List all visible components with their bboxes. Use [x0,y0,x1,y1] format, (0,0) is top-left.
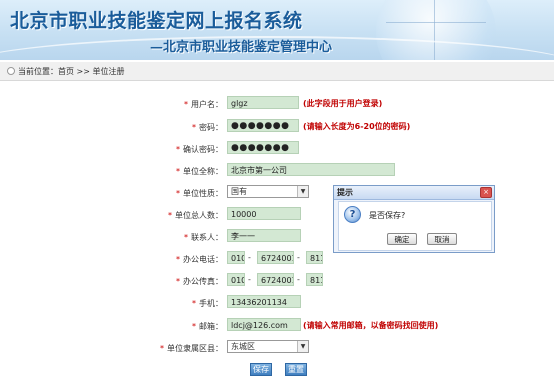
fax-separator: - [297,275,300,284]
office-phone-row: *办公电话： 010 - 67240011 - 811 [0,251,554,267]
header-banner: 北京市职业技能鉴定网上报名系统 —北京市职业技能鉴定管理中心 [0,0,554,60]
password-hint: (请输入长度为6-20位的密码) [303,122,411,131]
chevron-down-icon[interactable]: ▼ [297,341,308,352]
required-mark: * [160,344,164,353]
office-fax-label: * 办公传真： [176,276,223,287]
mobile-label-text: 手机： [199,299,223,308]
district-label: * 单位隶属区县： [160,343,223,354]
close-icon[interactable]: × [480,187,492,198]
contact-label: * 联系人： [184,232,223,243]
question-icon: ? [344,206,361,223]
confirm-password-input[interactable]: ●●●●●●● [227,141,299,154]
office-phone-ext-input[interactable]: 811 [306,251,323,264]
dialog-title: 提示 [337,188,353,197]
email-label: * 邮箱： [192,321,223,332]
office-fax-ext-input[interactable]: 811 [306,273,323,286]
confirm-dialog: 提示 × ? 是否保存? 确定 取消 [333,185,495,253]
required-mark: * [176,167,180,176]
breadcrumb-text[interactable]: 当前位置：首页 >> 单位注册 [18,66,125,77]
company-name-input[interactable]: 北京市第一公司 [227,163,395,176]
required-mark: * [176,145,180,154]
dialog-body: ? 是否保存? 确定 取消 [338,201,492,251]
system-subtitle: —北京市职业技能鉴定管理中心 [150,40,333,55]
dialog-message: 是否保存? [369,211,406,220]
mobile-label: * 手机： [192,298,223,309]
office-fax-row: *办公传真： 010 - 67240011 - 811 [0,273,554,289]
cancel-button[interactable]: 取消 [427,233,457,245]
required-mark: * [192,299,196,308]
email-row: * 邮箱： ldcj@126.com (请输入常用邮箱，以备密码找回使用) [0,318,554,334]
company-type-select[interactable]: 国有 ▼ [227,185,309,198]
username-input[interactable]: glgz [227,96,299,109]
confirm-password-label-text: 确认密码： [183,145,223,154]
save-button[interactable]: 保存 [250,363,272,376]
username-row: * 用户名： glgz (此字段用于用户登录) [0,96,554,112]
email-hint: (请输入常用邮箱，以备密码找回使用) [303,321,439,330]
district-value: 东城区 [231,342,255,351]
required-mark: * [168,211,172,220]
company-type-label: * 单位性质： [176,188,223,199]
password-input[interactable]: ●●●●●●● [227,119,299,132]
phone-separator: - [297,253,300,262]
district-select[interactable]: 东城区 ▼ [227,340,309,353]
dialog-titlebar[interactable]: 提示 × [334,186,494,200]
district-row: * 单位隶属区县： 东城区 ▼ [0,340,554,356]
chevron-down-icon[interactable]: ▼ [297,186,308,197]
confirm-password-row: * 确认密码： ●●●●●●● [0,141,554,157]
company-name-label-text: 单位全称： [183,167,223,176]
employee-count-input[interactable]: 10000 [227,207,301,220]
required-mark: * [192,123,196,132]
mobile-input[interactable]: 13436201134 [227,295,301,308]
breadcrumb: 当前位置：首页 >> 单位注册 [0,62,554,81]
username-label: * 用户名： [184,99,223,110]
system-title: 北京市职业技能鉴定网上报名系统 [10,10,303,32]
confirm-password-label: * 确认密码： [176,144,223,155]
required-mark: * [176,277,180,286]
office-phone-label: * 办公电话： [176,254,223,265]
password-label-text: 密码： [199,123,223,132]
office-fax-area-input[interactable]: 010 [227,273,245,286]
office-phone-label-text: 办公电话： [183,255,223,264]
password-label: * 密码： [192,122,223,133]
company-type-label-text: 单位性质： [183,189,223,198]
district-label-text: 单位隶属区县： [167,344,223,353]
action-row: 保存 重置 [0,363,554,379]
employee-count-label-text: 单位总人数： [175,211,223,220]
contact-input[interactable]: 李一一 [227,229,301,242]
office-phone-number-input[interactable]: 67240011 [257,251,294,264]
username-hint: (此字段用于用户登录) [303,99,383,108]
phone-separator: - [248,253,251,262]
office-fax-number-input[interactable]: 67240011 [257,273,294,286]
required-mark: * [176,189,180,198]
email-label-text: 邮箱： [199,322,223,331]
required-mark: * [192,322,196,331]
ok-button[interactable]: 确定 [387,233,417,245]
company-name-row: * 单位全称： 北京市第一公司 [0,163,554,179]
email-input[interactable]: ldcj@126.com [227,318,301,331]
password-row: * 密码： ●●●●●●● (请输入长度为6-20位的密码) [0,119,554,135]
office-fax-label-text: 办公传真： [183,277,223,286]
reset-button[interactable]: 重置 [285,363,307,376]
employee-count-label: * 单位总人数： [168,210,223,221]
contact-label-text: 联系人： [191,233,223,242]
required-mark: * [184,100,188,109]
username-label-text: 用户名： [191,100,223,109]
required-mark: * [176,255,180,264]
office-phone-area-input[interactable]: 010 [227,251,245,264]
location-icon [7,67,15,75]
company-type-value: 国有 [231,187,247,196]
fax-separator: - [248,275,251,284]
mobile-row: * 手机： 13436201134 [0,295,554,311]
required-mark: * [184,233,188,242]
company-name-label: * 单位全称： [176,166,223,177]
